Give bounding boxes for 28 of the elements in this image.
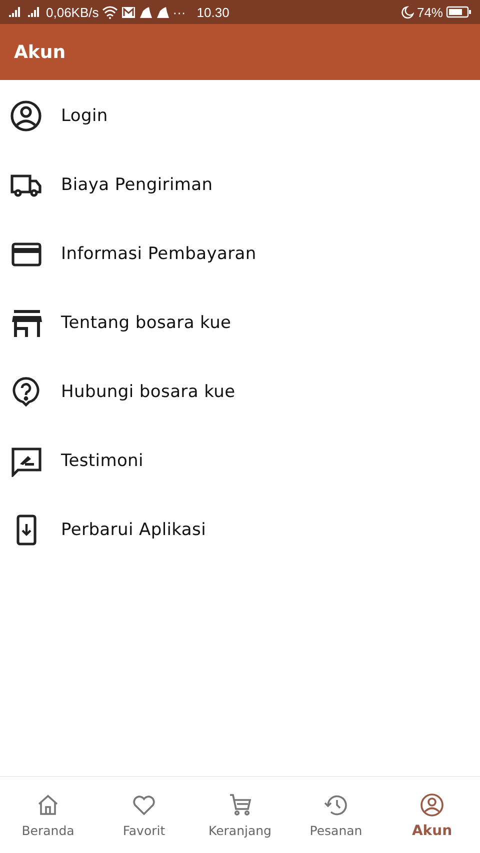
battery-icon [446, 6, 472, 18]
nav-tab[interactable]: Akun [384, 777, 480, 853]
menu-item[interactable]: Testimoni [0, 426, 480, 495]
mail-icon [120, 6, 136, 18]
menu-item[interactable]: Informasi Pembayaran [0, 219, 480, 288]
moon-icon [400, 6, 414, 18]
more-notifications: ··· [172, 4, 186, 20]
user-icon [10, 100, 42, 132]
nav-tab[interactable]: Favorit [96, 777, 192, 853]
notification-icon [156, 6, 170, 18]
user-icon [419, 792, 445, 818]
wifi-icon [102, 6, 118, 18]
nav-tab[interactable]: Beranda [0, 777, 96, 853]
notification-icon [138, 6, 153, 18]
menu-item[interactable]: Perbarui Aplikasi [0, 495, 480, 564]
help-icon [10, 376, 42, 408]
edit-message-icon [10, 444, 42, 476]
nav-tab[interactable]: Pesanan [288, 777, 384, 853]
nav-tab[interactable]: Keranjang [192, 777, 288, 853]
clock-time: 10.30 [196, 4, 230, 20]
battery-level: 74% [416, 4, 443, 20]
cart-icon [227, 792, 253, 818]
menu-item[interactable]: Hubungi bosara kue [0, 357, 480, 426]
menu-item[interactable]: Biaya Pengiriman [0, 150, 480, 219]
network-speed: 0,06KB/s [46, 4, 99, 20]
menu-item[interactable]: Login [0, 81, 480, 150]
page-title: Akun [14, 42, 66, 62]
menu-item[interactable]: Tentang bosara kue [0, 288, 480, 357]
